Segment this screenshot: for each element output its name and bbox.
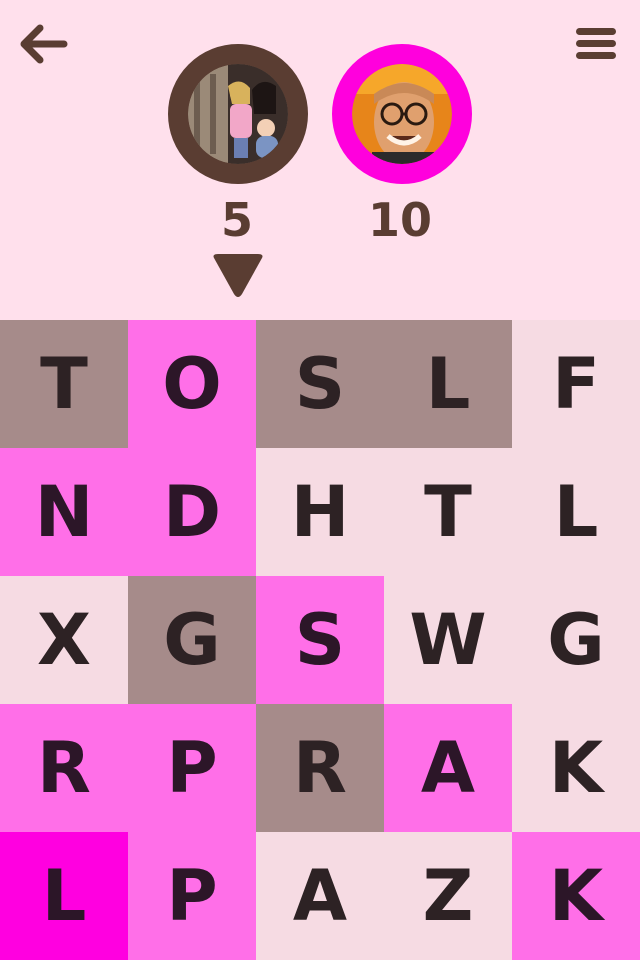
player-two-score: 10 xyxy=(367,193,432,247)
letter-tile[interactable]: A xyxy=(256,832,384,960)
tile-letter: S xyxy=(294,599,346,681)
letter-tile[interactable]: O xyxy=(128,320,256,448)
tile-letter: R xyxy=(293,727,347,809)
game-header: 5 10 xyxy=(0,0,640,320)
letter-tile[interactable]: P xyxy=(128,832,256,960)
letter-tile[interactable]: K xyxy=(512,832,640,960)
back-button[interactable] xyxy=(16,20,72,68)
tile-letter: X xyxy=(37,599,91,681)
letter-tile[interactable]: L xyxy=(0,832,128,960)
letter-tile[interactable]: S xyxy=(256,320,384,448)
letter-tile[interactable]: P xyxy=(128,704,256,832)
tile-letter: W xyxy=(409,599,487,681)
tile-letter: L xyxy=(553,471,599,553)
letter-tile[interactable]: R xyxy=(0,704,128,832)
letter-tile[interactable]: G xyxy=(512,576,640,704)
player-one-score: 5 xyxy=(220,193,253,247)
letter-tile[interactable]: G xyxy=(128,576,256,704)
tile-letter: O xyxy=(162,343,222,425)
player-two-avatar xyxy=(332,44,472,184)
letter-tile[interactable]: K xyxy=(512,704,640,832)
letter-tile[interactable]: L xyxy=(384,320,512,448)
tile-letter: G xyxy=(547,599,605,681)
arrow-left-icon xyxy=(20,24,68,64)
tile-letter: H xyxy=(290,471,350,553)
letter-tile[interactable]: L xyxy=(512,448,640,576)
letter-tile[interactable]: W xyxy=(384,576,512,704)
letter-tile[interactable]: T xyxy=(384,448,512,576)
tile-letter: A xyxy=(420,727,476,809)
tile-letter: N xyxy=(34,471,94,553)
letter-tile[interactable]: S xyxy=(256,576,384,704)
player-one-photo xyxy=(188,64,288,164)
letter-tile[interactable]: X xyxy=(0,576,128,704)
letter-tile[interactable]: T xyxy=(0,320,128,448)
menu-button[interactable] xyxy=(572,24,620,64)
letter-board: TOSLFNDHTLXGSWGRPRAKLPAZK xyxy=(0,320,640,960)
tile-letter: Z xyxy=(422,855,474,937)
player-one-avatar xyxy=(168,44,308,184)
tile-letter: F xyxy=(552,343,600,425)
tile-letter: P xyxy=(166,855,218,937)
player-two-photo xyxy=(352,64,452,164)
letter-tile[interactable]: A xyxy=(384,704,512,832)
tile-letter: G xyxy=(163,599,221,681)
tile-letter: T xyxy=(40,343,88,425)
tile-letter: K xyxy=(548,855,604,937)
letter-tile[interactable]: H xyxy=(256,448,384,576)
tile-letter: D xyxy=(162,471,222,553)
letter-tile[interactable]: R xyxy=(256,704,384,832)
letter-tile[interactable]: N xyxy=(0,448,128,576)
tile-letter: L xyxy=(41,855,87,937)
triangle-down-icon xyxy=(213,254,263,297)
tile-letter: R xyxy=(37,727,91,809)
letter-tile[interactable]: F xyxy=(512,320,640,448)
letter-tile[interactable]: D xyxy=(128,448,256,576)
tile-letter: T xyxy=(424,471,472,553)
tile-letter: P xyxy=(166,727,218,809)
tile-letter: A xyxy=(292,855,348,937)
tile-letter: L xyxy=(425,343,471,425)
tile-letter: K xyxy=(548,727,604,809)
tile-letter: S xyxy=(294,343,346,425)
letter-tile[interactable]: Z xyxy=(384,832,512,960)
turn-indicator xyxy=(210,252,266,300)
hamburger-menu-icon xyxy=(576,28,616,59)
